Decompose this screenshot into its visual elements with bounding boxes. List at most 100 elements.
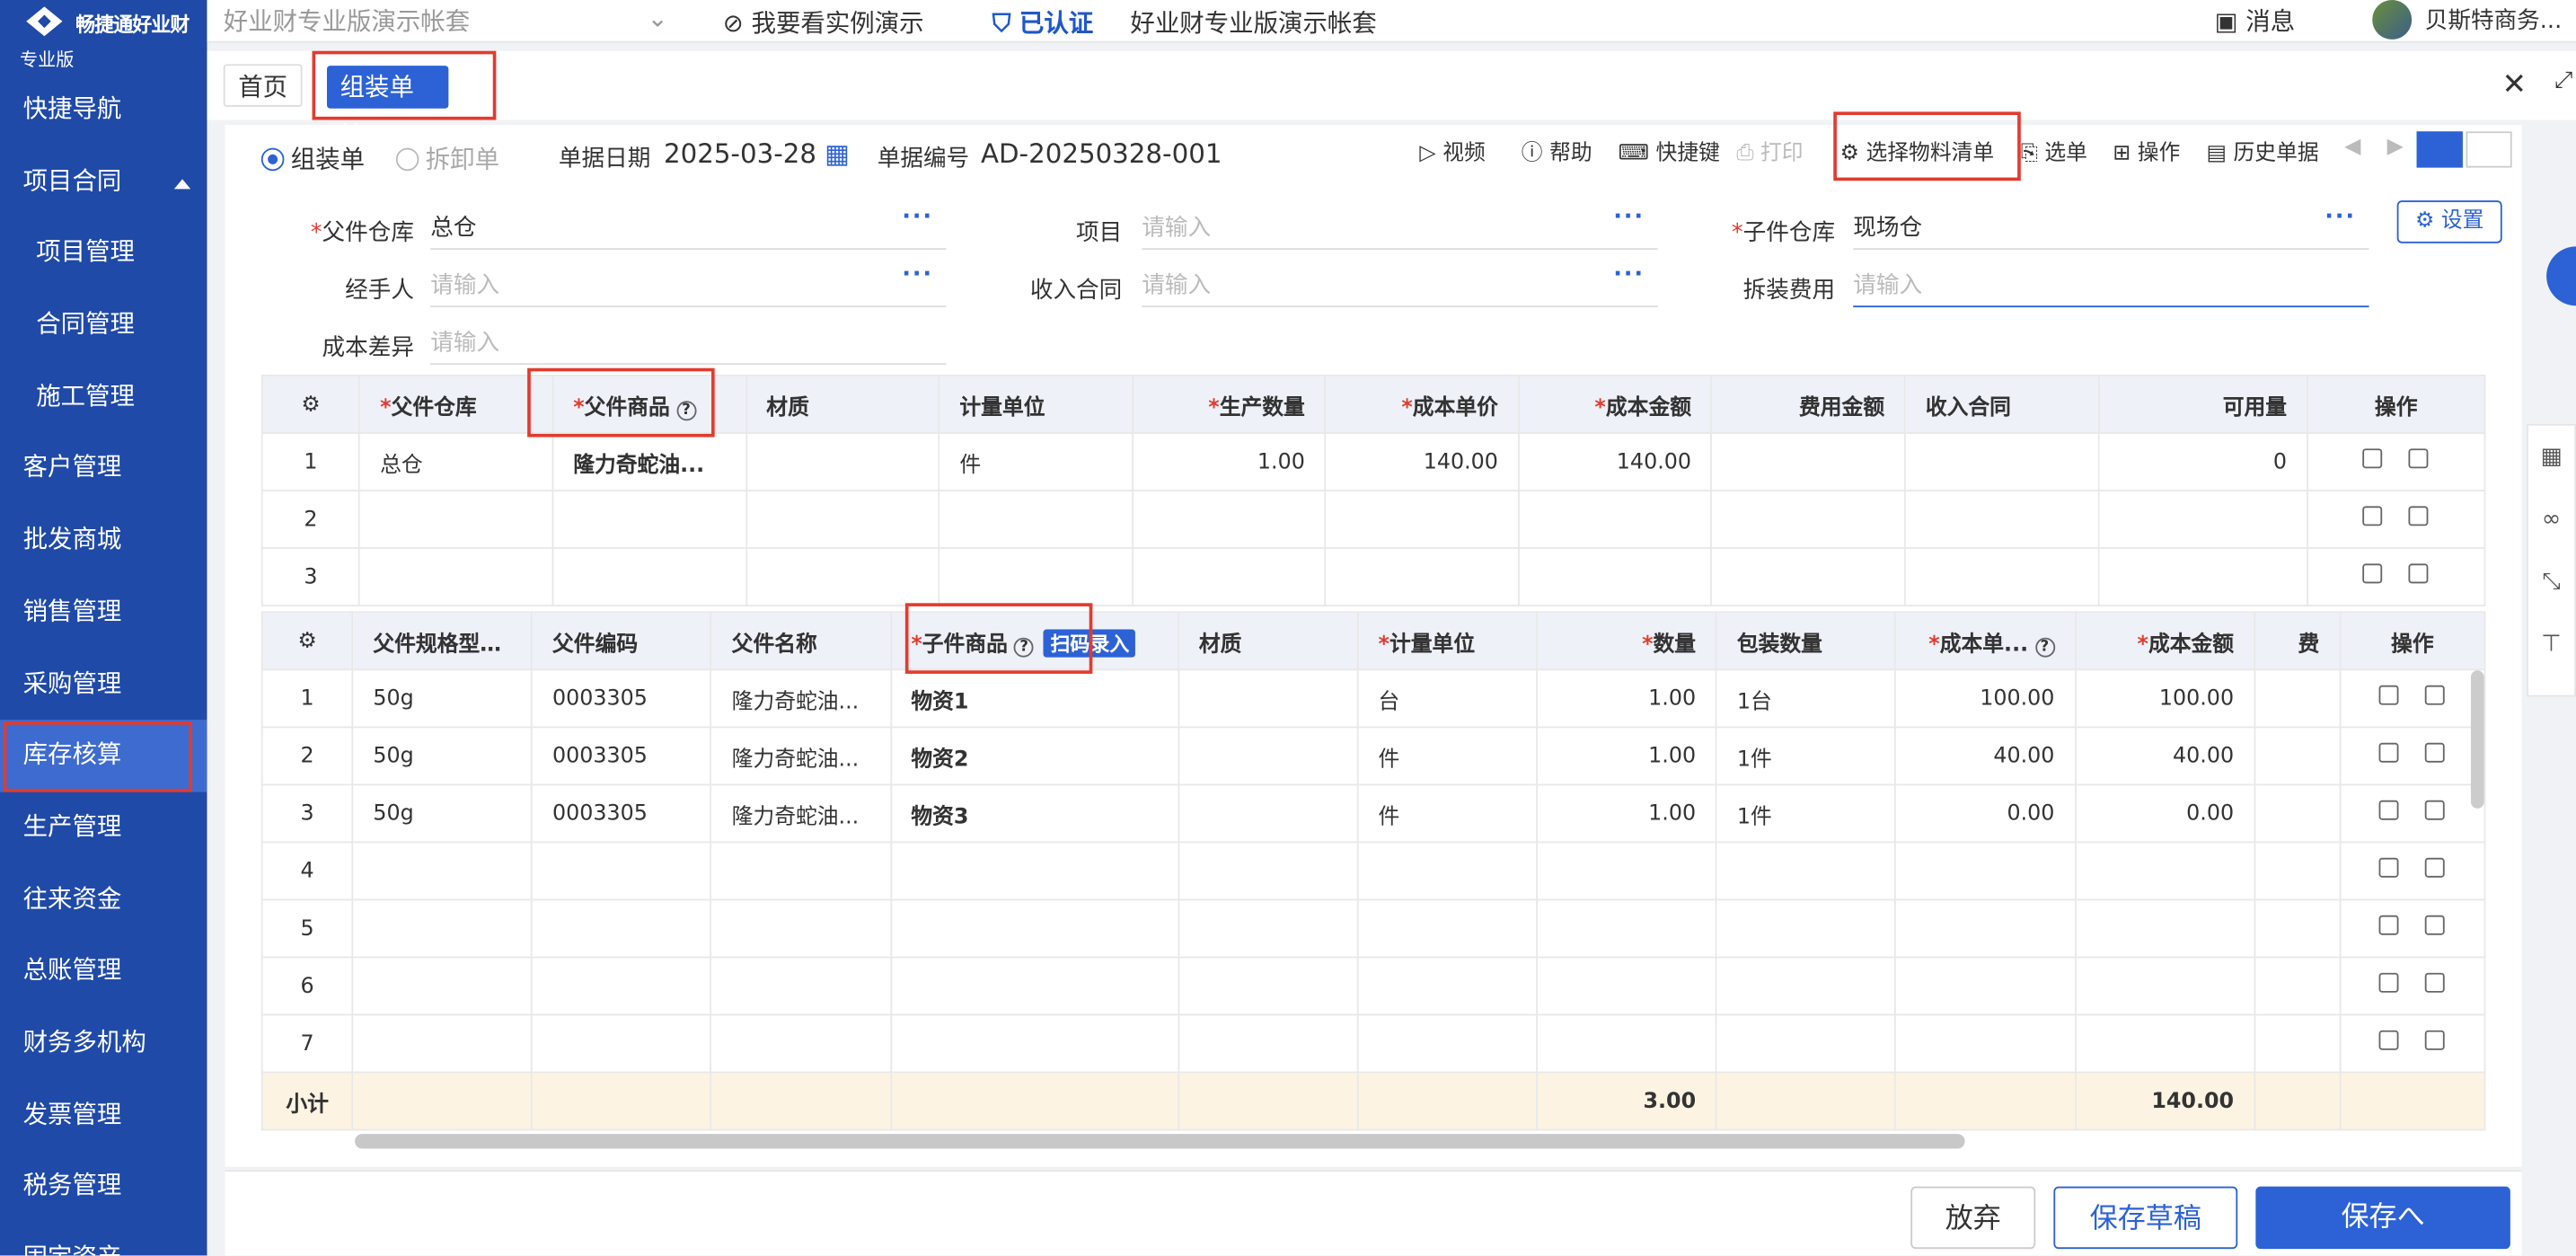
cell-fee[interactable] (2254, 668, 2342, 729)
fee-field[interactable]: 请输入 (1853, 261, 2369, 308)
cell-qty[interactable] (1536, 841, 1717, 901)
select-bom-button[interactable]: ⚙ 选择物料清单 (1840, 135, 1995, 165)
cell-pack-qty[interactable] (1716, 898, 1897, 959)
help-icon[interactable]: ? (1014, 636, 1035, 657)
cell-parent-spec[interactable] (351, 1013, 534, 1074)
cell-parent-name[interactable] (710, 898, 892, 959)
cell-cost-amount[interactable] (2074, 841, 2255, 901)
cell-contract[interactable] (1904, 547, 2099, 606)
cell-parent-wh[interactable] (358, 490, 554, 549)
cell-pack-qty[interactable]: 1件 (1716, 726, 1897, 786)
cell-unit[interactable]: 件 (1356, 783, 1539, 844)
cell-cost-price[interactable]: 100.00 (1894, 668, 2077, 729)
trash-icon[interactable] (2379, 800, 2400, 820)
cell-parent-name[interactable] (710, 1013, 892, 1074)
copy-icon[interactable] (2409, 506, 2430, 526)
help-icon[interactable]: ? (2034, 636, 2055, 657)
cell-parent-spec[interactable] (351, 841, 534, 901)
cell-cost-amount[interactable] (1517, 547, 1713, 606)
copy-icon[interactable] (2425, 972, 2446, 993)
sidebar-item-contract-mgmt[interactable]: 合同管理 (0, 289, 207, 361)
sidebar-item-project-mgmt[interactable]: 项目管理 (0, 217, 207, 289)
cell-material[interactable] (745, 432, 940, 491)
sidebar-item-wholesale[interactable]: 批发商城 (0, 505, 207, 577)
copy-icon[interactable] (2425, 742, 2446, 763)
cell-cost-price[interactable] (1324, 490, 1520, 549)
print-button[interactable]: ⎙ 打印 (1736, 135, 1803, 165)
trash-icon[interactable] (2363, 563, 2384, 584)
copy-icon[interactable] (2425, 915, 2446, 935)
link-icon[interactable]: ∞ (2528, 488, 2574, 551)
cell-material[interactable] (745, 490, 940, 549)
save-button[interactable]: 保存へ (2255, 1186, 2510, 1250)
assistant-bubble[interactable] (2546, 246, 2576, 306)
cell-child-item[interactable]: 物资3 (889, 783, 1179, 844)
sidebar-item-project-contract[interactable]: 项目合同 (0, 146, 207, 217)
cell-parent-item[interactable]: 隆力奇蛇油... (551, 432, 747, 491)
sidebar-item-customer[interactable]: 客户管理 (0, 433, 207, 505)
cell-parent-code[interactable] (531, 841, 712, 901)
cell-material[interactable] (1178, 668, 1359, 729)
calendar-icon[interactable]: ▦ (825, 138, 850, 170)
cell-parent-spec[interactable]: 50g (351, 783, 534, 844)
copy-icon[interactable] (2425, 800, 2446, 820)
sidebar-item-sales[interactable]: 销售管理 (0, 577, 207, 649)
cell-cost-amount[interactable] (2074, 1013, 2255, 1074)
sidebar-item-multi-org[interactable]: 财务多机构 (0, 1007, 207, 1079)
cell-parent-name[interactable] (710, 841, 892, 901)
cell-child-item[interactable]: 物资1 (889, 668, 1179, 729)
parent-wh-field[interactable]: 总仓 ··· (430, 204, 947, 251)
sidebar-item-construction-mgmt[interactable]: 施工管理 (0, 361, 207, 433)
vertical-scrollbar[interactable] (2470, 670, 2484, 809)
cell-parent-code[interactable] (531, 898, 712, 959)
cell-contract[interactable] (1904, 432, 2099, 491)
cell-pack-qty[interactable] (1716, 956, 1897, 1016)
cell-cost-price[interactable] (1894, 1013, 2077, 1074)
cell-parent-item[interactable] (551, 490, 747, 549)
cell-parent-wh[interactable]: 总仓 (358, 432, 554, 491)
cell-parent-name[interactable] (710, 956, 892, 1016)
cell-material[interactable] (1178, 1013, 1359, 1074)
cell-prod-qty[interactable] (1131, 547, 1327, 606)
trash-icon[interactable] (2379, 685, 2400, 705)
radio-disassemble[interactable]: 拆卸单 (395, 141, 499, 175)
draft-icon[interactable]: ▦ (2528, 426, 2574, 489)
cell-fee[interactable] (1710, 547, 1906, 606)
cell-parent-wh[interactable] (358, 547, 554, 606)
cell-prod-qty[interactable] (1131, 490, 1327, 549)
trash-icon[interactable] (2379, 915, 2400, 935)
copy-icon[interactable] (2409, 448, 2430, 469)
cell-pack-qty[interactable]: 1件 (1716, 783, 1897, 844)
shortcut-button[interactable]: ⌨ 快捷键 (1619, 135, 1720, 165)
format-icon[interactable]: ⊤ (2528, 613, 2574, 676)
cell-cost-price[interactable]: 140.00 (1324, 432, 1520, 491)
cell-qty[interactable]: 1.00 (1536, 668, 1717, 729)
cell-unit[interactable] (1356, 898, 1539, 959)
cell-cost-amount[interactable] (2074, 898, 2255, 959)
video-button[interactable]: ▷ 视频 (1419, 135, 1485, 165)
copy-icon[interactable] (2425, 685, 2446, 705)
cost-diff-field[interactable]: 请输入 (430, 319, 947, 366)
cell-unit[interactable] (1356, 956, 1539, 1016)
cell-material[interactable] (1178, 841, 1359, 901)
project-field[interactable]: 请输入 ··· (1142, 204, 1658, 251)
cell-cost-amount[interactable]: 0.00 (2074, 783, 2255, 844)
scan-entry-button[interactable]: 扫码录入 (1044, 628, 1136, 657)
cell-material[interactable] (1178, 783, 1359, 844)
help-icon[interactable]: ? (676, 400, 697, 420)
cell-unit[interactable]: 件 (1356, 726, 1539, 786)
trash-icon[interactable] (2379, 742, 2400, 763)
account-select[interactable]: 好业财专业版演示帐套 ⌄ (224, 4, 668, 38)
cell-child-item[interactable] (889, 1013, 1179, 1074)
cell-unit[interactable] (938, 547, 1134, 606)
cell-cost-price[interactable]: 0.00 (1894, 783, 2077, 844)
more-icon[interactable]: ··· (902, 204, 933, 230)
collapse-icon[interactable]: ⤡ (2528, 551, 2574, 614)
cell-parent-name[interactable]: 隆力奇蛇油... (710, 783, 892, 844)
copy-icon[interactable] (2409, 563, 2430, 584)
income-contract-field[interactable]: 请输入 ··· (1142, 261, 1658, 308)
cell-parent-code[interactable] (531, 1013, 712, 1074)
prev-icon[interactable]: ◀ (2344, 135, 2360, 159)
operate-button[interactable]: ⊞ 操作 (2113, 135, 2180, 165)
list-view-toggle[interactable] (2416, 131, 2463, 168)
